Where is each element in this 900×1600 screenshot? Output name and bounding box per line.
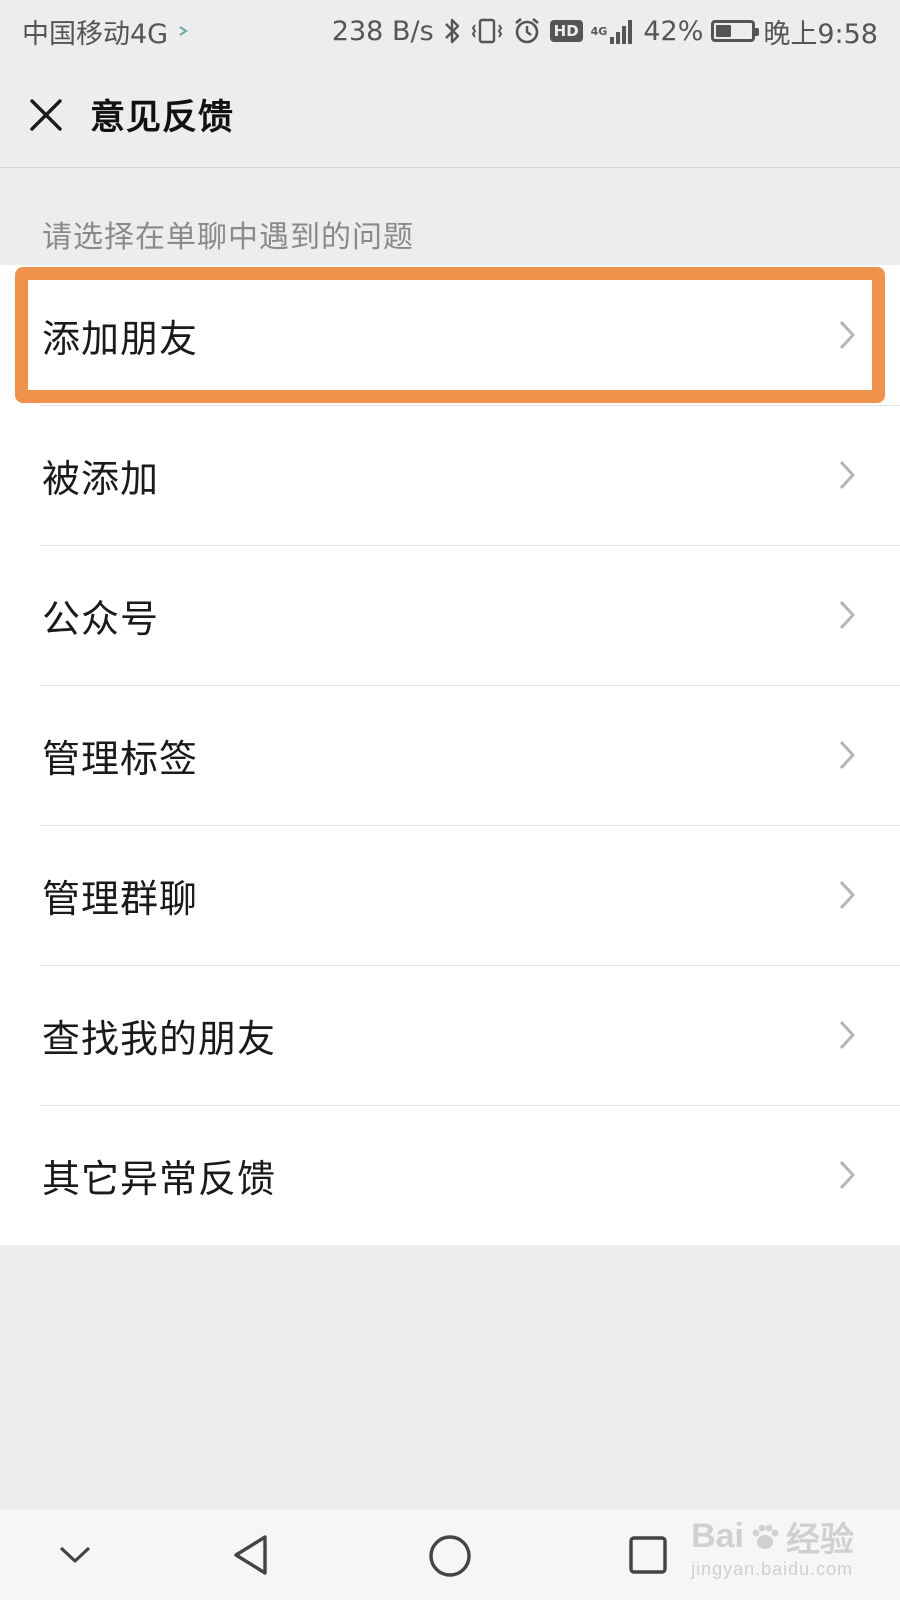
- watermark-brand-text: Bai: [691, 1517, 744, 1555]
- chevron-right-icon: [838, 319, 856, 351]
- list-item-manage-tags[interactable]: 管理标签: [0, 685, 900, 825]
- chevron-right-icon: [838, 1159, 856, 1191]
- list-item-label: 其它异常反馈: [42, 1156, 277, 1201]
- status-right: 238 B/s HD 4G 42% 晚上9:58: [332, 12, 878, 51]
- page-title: 意见反馈: [90, 98, 235, 138]
- bluetooth-icon: [442, 16, 462, 46]
- nav-collapse-button[interactable]: [50, 1535, 100, 1575]
- list-item-official-account[interactable]: 公众号: [0, 545, 900, 685]
- hd-icon: HD: [549, 20, 583, 42]
- status-left: 中国移动4G: [22, 12, 188, 51]
- list-item-manage-groups[interactable]: 管理群聊: [0, 825, 900, 965]
- nav-back-button[interactable]: [226, 1530, 276, 1580]
- chevron-right-icon: [838, 879, 856, 911]
- top-bar: 意见反馈: [0, 62, 900, 168]
- home-circle-icon: [429, 1535, 471, 1577]
- battery-percent: 42%: [643, 15, 704, 47]
- close-button[interactable]: [22, 91, 70, 139]
- list-item-find-friends[interactable]: 查找我的朋友: [0, 965, 900, 1105]
- list-item-label: 查找我的朋友: [42, 1016, 277, 1061]
- vibrate-icon: [470, 16, 504, 46]
- carrier-label: 中国移动4G: [22, 18, 169, 50]
- battery-fill: [716, 25, 731, 37]
- back-triangle-icon: [234, 1535, 267, 1575]
- list-item-label: 管理群聊: [42, 876, 199, 921]
- nav-recents-button[interactable]: [625, 1532, 671, 1578]
- chevron-right-icon: [838, 739, 856, 771]
- close-icon: [30, 98, 62, 131]
- watermark-brand-suffix: 经验: [786, 1521, 854, 1559]
- recents-square-icon: [629, 1536, 667, 1574]
- section-caption: 请选择在单聊中遇到的问题: [42, 220, 414, 255]
- watermark-url: jingyan.baidu.com: [691, 1559, 854, 1579]
- chevron-right-icon: [838, 459, 856, 491]
- signal-type-label: 4G: [590, 24, 608, 38]
- list-item-be-added[interactable]: 被添加: [0, 405, 900, 545]
- list-item-label: 公众号: [42, 596, 160, 641]
- nav-home-button[interactable]: [424, 1530, 476, 1582]
- watermark-brand: Bai 经验: [691, 1512, 854, 1561]
- chevron-right-icon: [838, 599, 856, 631]
- list-item-other-feedback[interactable]: 其它异常反馈: [0, 1105, 900, 1245]
- battery-icon: [711, 20, 760, 42]
- alarm-icon: [512, 16, 542, 46]
- issue-list: 添加朋友 被添加 公众号 管理标签 管理群聊 查找我的朋友 其它异常反馈: [0, 265, 900, 1245]
- list-item-label: 管理标签: [42, 736, 199, 781]
- signal-icon: 4G: [591, 17, 636, 45]
- list-item-label: 添加朋友: [42, 316, 199, 361]
- net-speed: 238 B/s: [331, 15, 434, 47]
- list-item-add-friend[interactable]: 添加朋友: [0, 265, 900, 405]
- list-item-label: 被添加: [42, 456, 160, 501]
- screen: 中国移动4G 238 B/s HD 4G 42% 晚上9:58 意见反馈 请选择…: [0, 0, 900, 1600]
- watermark: Bai 经验 jingyan.baidu.com: [691, 1512, 854, 1580]
- chevron-down-icon: [59, 1546, 91, 1563]
- chevron-right-icon: [838, 1019, 856, 1051]
- paw-icon: [752, 1524, 779, 1549]
- signal-arrow-icon: [178, 24, 188, 38]
- status-bar: 中国移动4G 238 B/s HD 4G 42% 晚上9:58: [0, 0, 900, 62]
- clock: 晚上9:58: [763, 18, 878, 50]
